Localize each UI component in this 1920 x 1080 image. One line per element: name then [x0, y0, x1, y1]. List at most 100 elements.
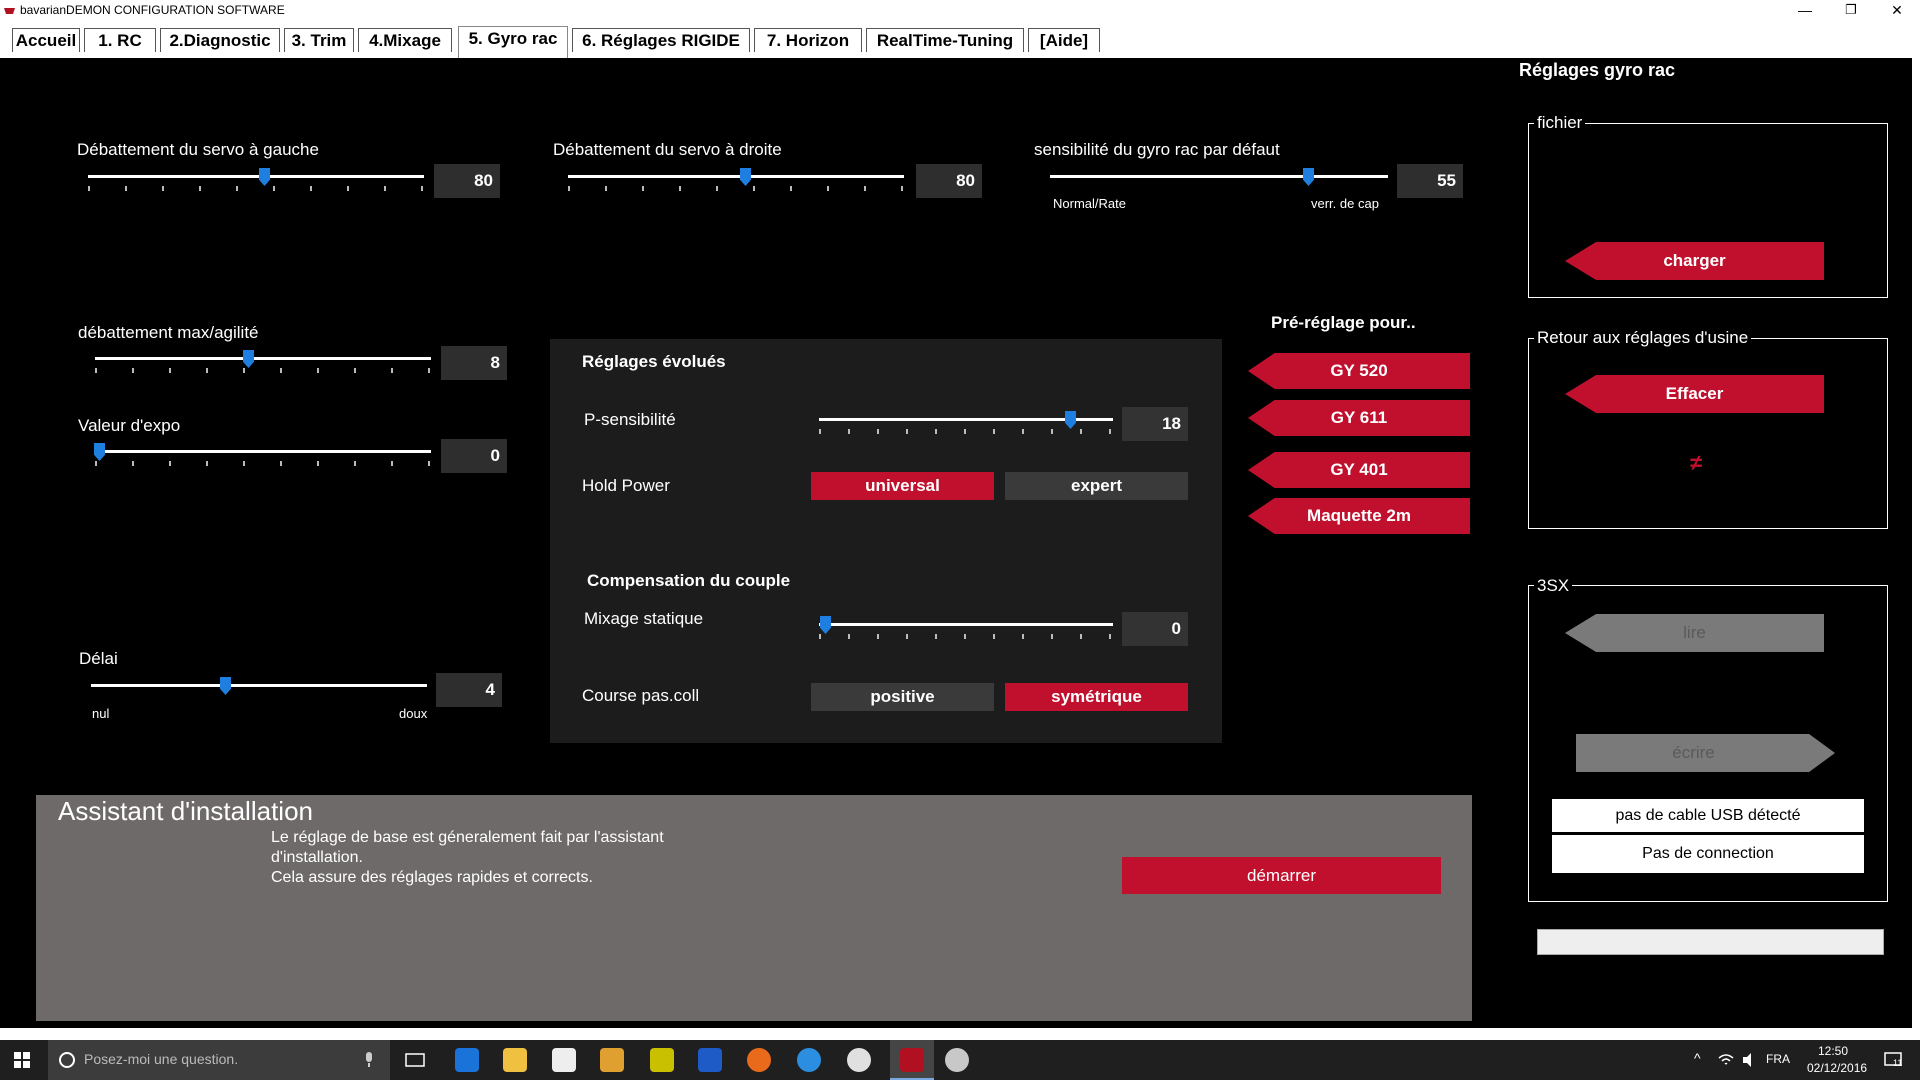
minimize-button[interactable]: — — [1782, 0, 1828, 22]
window-right-edge — [1912, 58, 1920, 1028]
advanced-settings-title: Réglages évolués — [582, 352, 726, 371]
tab-trim[interactable]: 3. Trim — [284, 28, 354, 52]
static-mix-ticks — [819, 634, 1113, 639]
delay-label: Délai — [79, 649, 118, 668]
setup-assistant-title: Assistant d'installation — [58, 796, 313, 826]
hold-power-universal-button[interactable]: universal — [811, 472, 994, 500]
static-mix-label: Mixage statique — [584, 609, 704, 628]
setup-assistant-line2: d'installation. — [271, 849, 363, 866]
edge-browser-icon[interactable] — [455, 1048, 479, 1072]
progress-bar — [1537, 929, 1884, 955]
file-explorer-icon[interactable] — [503, 1048, 527, 1072]
setup-assistant-panel — [36, 795, 1472, 1021]
expo-track[interactable] — [95, 450, 431, 453]
p-sensitivity-ticks — [819, 429, 1113, 434]
file-groupbox-caption: fichier — [1534, 113, 1586, 133]
preset-maquette-button[interactable]: Maquette 2m — [1248, 498, 1470, 534]
expo-value[interactable]: 0 — [441, 439, 507, 473]
app-icon — [4, 8, 15, 14]
task-view-icon[interactable] — [405, 1052, 425, 1068]
servo-left-value[interactable]: 80 — [434, 164, 500, 198]
window-title: bavarianDEMON CONFIGURATION SOFTWARE — [20, 3, 285, 17]
store-icon[interactable] — [552, 1048, 576, 1072]
gyro-default-label: sensibilité du gyro rac par défaut — [1034, 140, 1280, 159]
sx-groupbox-caption: 3SX — [1534, 576, 1573, 596]
expo-label: Valeur d'expo — [78, 416, 181, 435]
erase-button[interactable]: Effacer — [1565, 375, 1824, 413]
connection-status-field: Pas de connection — [1552, 835, 1864, 873]
delay-track[interactable] — [91, 684, 427, 687]
windows-start-icon[interactable] — [14, 1052, 30, 1068]
collective-course-label: Course pas.coll — [582, 686, 700, 705]
wifi-icon[interactable] — [1718, 1052, 1734, 1068]
paint-icon[interactable] — [945, 1048, 969, 1072]
tab-diagnostic[interactable]: 2.Diagnostic — [160, 28, 280, 52]
notification-count: 11 — [1893, 1058, 1903, 1068]
start-assistant-button[interactable]: démarrer — [1122, 857, 1441, 894]
microphone-icon[interactable] — [364, 1052, 374, 1068]
static-mix-track[interactable] — [819, 623, 1113, 626]
tab-aide[interactable]: [Aide] — [1028, 28, 1100, 52]
preset-gy401-button[interactable]: GY 401 — [1248, 452, 1470, 488]
tab-accueil[interactable]: Accueil — [12, 28, 80, 52]
read-button[interactable]: lire — [1565, 614, 1824, 652]
course-symmetric-button[interactable]: symétrique — [1005, 683, 1188, 711]
presets-title: Pré-réglage pour.. — [1271, 313, 1416, 332]
close-button[interactable]: ✕ — [1874, 0, 1920, 22]
firefox-icon[interactable] — [747, 1048, 771, 1072]
p-sensitivity-value[interactable]: 18 — [1122, 407, 1188, 441]
tab-realtime-tuning[interactable]: RealTime-Tuning — [866, 28, 1024, 52]
gyro-default-max-label: verr. de cap — [1311, 196, 1379, 211]
expo-ticks — [95, 461, 431, 466]
restore-button[interactable]: ❐ — [1828, 0, 1874, 22]
tab-mixage[interactable]: 4.Mixage — [358, 28, 452, 52]
max-agility-track[interactable] — [95, 357, 431, 360]
delay-min-label: nul — [92, 706, 110, 721]
tray-chevron-icon[interactable]: ^ — [1694, 1050, 1701, 1066]
servo-right-track[interactable] — [568, 175, 904, 178]
satellite-app-icon[interactable] — [650, 1048, 674, 1072]
max-agility-ticks — [95, 368, 431, 373]
delay-value[interactable]: 4 — [436, 673, 502, 707]
torque-compensation-title: Compensation du couple — [587, 571, 791, 590]
cortana-icon — [59, 1052, 75, 1068]
factory-reset-groupbox — [1528, 338, 1888, 529]
language-indicator[interactable]: FRA — [1766, 1052, 1790, 1066]
setup-assistant-line3: Cela assure des réglages rapides et corr… — [271, 869, 593, 886]
servo-right-label: Débattement du servo à droite — [553, 140, 782, 159]
tab-reglages-rigide[interactable]: 6. Réglages RIGIDE — [572, 28, 750, 52]
servo-left-ticks — [88, 186, 424, 191]
servo-left-label: Débattement du servo à gauche — [77, 140, 319, 159]
gyro-default-value[interactable]: 55 — [1397, 164, 1463, 198]
clock-date[interactable]: 02/12/2016 — [1807, 1061, 1867, 1075]
load-button[interactable]: charger — [1565, 242, 1824, 280]
preset-gy520-button[interactable]: GY 520 — [1248, 353, 1470, 389]
realflight-icon[interactable] — [698, 1048, 722, 1072]
servo-right-ticks — [568, 186, 904, 191]
clock-time[interactable]: 12:50 — [1818, 1044, 1848, 1058]
window-bottom-border — [0, 1028, 1920, 1040]
max-agility-label: débattement max/agilité — [78, 323, 259, 342]
itunes-icon[interactable] — [847, 1048, 871, 1072]
title-bar: bavarianDEMON CONFIGURATION SOFTWARE — ❐… — [0, 0, 1920, 22]
static-mix-value[interactable]: 0 — [1122, 612, 1188, 646]
tab-gyro-rac[interactable]: 5. Gyro rac — [458, 26, 568, 58]
preset-gy611-button[interactable]: GY 611 — [1248, 400, 1470, 436]
gyro-default-track[interactable] — [1050, 175, 1388, 178]
servo-left-track[interactable] — [88, 175, 424, 178]
media-player-icon[interactable] — [600, 1048, 624, 1072]
write-button[interactable]: écrire — [1576, 734, 1835, 772]
course-positive-button[interactable]: positive — [811, 683, 994, 711]
factory-reset-caption: Retour aux réglages d'usine — [1534, 328, 1752, 348]
taskbar: Posez-moi une question. ^ FRA 12:50 02/1… — [0, 1040, 1920, 1080]
volume-icon[interactable] — [1742, 1052, 1758, 1068]
servo-right-value[interactable]: 80 — [916, 164, 982, 198]
tab-rc[interactable]: 1. RC — [84, 28, 156, 52]
weather-app-icon[interactable] — [797, 1048, 821, 1072]
right-panel-title: Réglages gyro rac — [1519, 60, 1676, 80]
gyro-default-min-label: Normal/Rate — [1053, 196, 1126, 211]
max-agility-value[interactable]: 8 — [441, 346, 507, 380]
delay-max-label: doux — [399, 706, 428, 721]
tab-horizon[interactable]: 7. Horizon — [754, 28, 862, 52]
hold-power-expert-button[interactable]: expert — [1005, 472, 1188, 500]
